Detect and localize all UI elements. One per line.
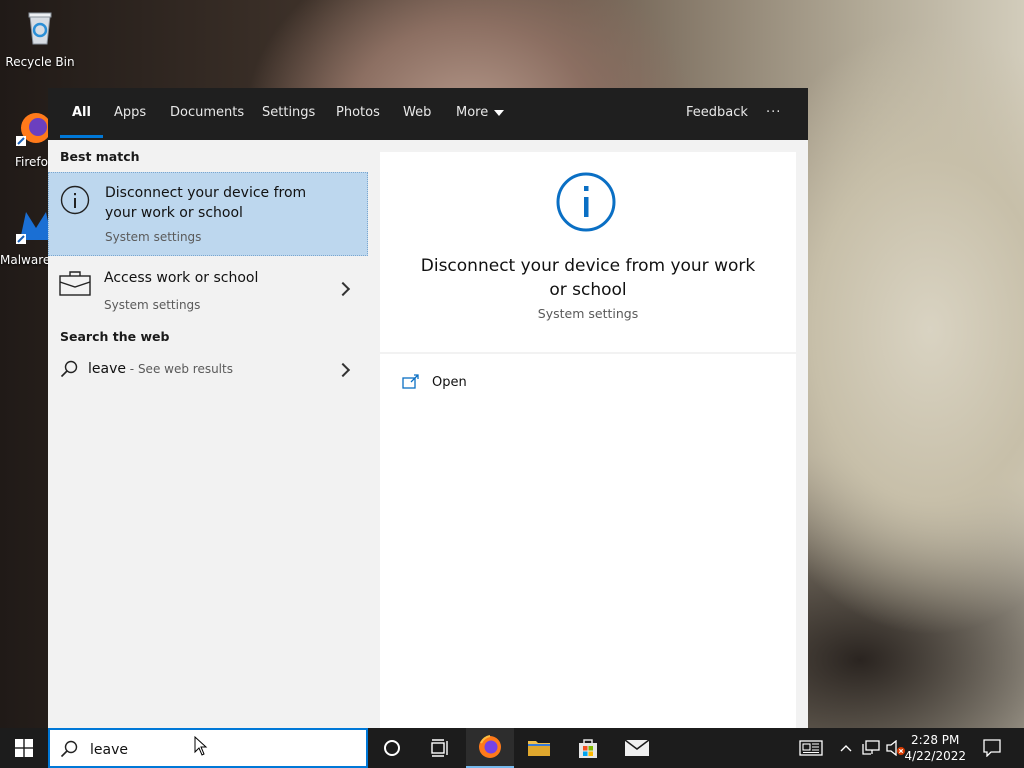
- task-view-button[interactable]: [416, 728, 464, 768]
- tab-more[interactable]: More: [456, 88, 505, 140]
- recycle-bin-icon: [28, 12, 52, 45]
- show-hidden-icons-button[interactable]: [836, 728, 856, 768]
- detail-title: Disconnect your device from your work or…: [420, 256, 756, 300]
- desktop-icon-recycle-bin[interactable]: Recycle Bin: [0, 8, 80, 69]
- divider: [380, 352, 796, 354]
- tab-apps[interactable]: Apps: [114, 88, 146, 140]
- desktop-icon-label: Malware: [0, 253, 48, 267]
- feedback-button[interactable]: Feedback: [686, 88, 748, 140]
- firefox-icon: [479, 735, 501, 758]
- desktop-icon-firefox[interactable]: Firefo: [0, 108, 48, 169]
- best-match-header: Best match: [60, 149, 140, 164]
- mail-icon: [624, 739, 650, 756]
- open-action[interactable]: Open: [402, 370, 467, 394]
- clock-time: 2:28 PM: [911, 733, 960, 747]
- mouse-cursor-icon: [194, 736, 208, 756]
- network-button[interactable]: [860, 728, 882, 768]
- best-match-result[interactable]: Disconnect your device from your work or…: [48, 172, 368, 256]
- tab-web[interactable]: Web: [403, 88, 431, 140]
- desktop-icon-label: Firefo: [15, 155, 48, 169]
- cortana-circle-icon: [384, 740, 400, 756]
- malwarebytes-icon: [16, 212, 48, 244]
- open-label: Open: [432, 374, 467, 390]
- detail-subtitle: System settings: [537, 306, 639, 321]
- tab-settings[interactable]: Settings: [262, 88, 315, 140]
- taskbar-firefox[interactable]: [466, 728, 514, 768]
- store-bag-icon: [579, 739, 597, 758]
- briefcase-icon: [59, 271, 91, 296]
- chevron-up-icon: [840, 745, 852, 752]
- clock-date: 4/22/2022: [904, 749, 966, 763]
- desktop-icon-malwarebytes[interactable]: Malware: [0, 206, 48, 267]
- best-match-title: Disconnect your device from your work or…: [105, 185, 307, 221]
- best-match-subtitle: System settings: [105, 230, 202, 244]
- result-subtitle: System settings: [104, 298, 201, 312]
- firefox-icon: [16, 113, 48, 146]
- tab-documents[interactable]: Documents: [170, 88, 244, 140]
- more-options-button[interactable]: ···: [766, 88, 781, 140]
- notification-icon: [983, 739, 1001, 757]
- web-result-text: leave - See web results: [88, 361, 233, 377]
- start-button[interactable]: [0, 728, 48, 768]
- news-widget-button[interactable]: [794, 728, 828, 768]
- clock[interactable]: 2:28 PM 4/22/2022: [904, 732, 966, 764]
- info-icon: [60, 185, 90, 215]
- task-view-icon: [431, 739, 448, 757]
- taskbar-mail[interactable]: [612, 728, 662, 768]
- news-icon: [799, 740, 823, 756]
- search-the-web-header: Search the web: [60, 329, 170, 344]
- caret-down-icon: [494, 109, 505, 116]
- open-icon: [402, 374, 419, 389]
- cortana-button[interactable]: [368, 728, 416, 768]
- windows-logo-icon: [15, 739, 33, 757]
- action-center-button[interactable]: [976, 728, 1008, 768]
- chevron-right-icon: [335, 362, 351, 378]
- search-icon: [60, 360, 78, 378]
- search-panel: All Apps Documents Settings Photos Web M…: [48, 88, 808, 728]
- taskbar-search-box[interactable]: [48, 728, 368, 768]
- desktop-icon-label: Recycle Bin: [5, 55, 75, 69]
- taskbar-microsoft-store[interactable]: [564, 728, 612, 768]
- tab-photos[interactable]: Photos: [336, 88, 380, 140]
- result-access-work-or-school[interactable]: Access work or school System settings: [48, 256, 368, 320]
- results-list: Best match Disconnect your device from y…: [48, 140, 368, 728]
- folder-icon: [528, 741, 550, 756]
- network-icon: [862, 740, 880, 755]
- web-query: leave: [88, 361, 126, 377]
- tab-more-label: More: [456, 105, 489, 120]
- tab-all[interactable]: All: [60, 88, 103, 140]
- search-tab-bar: All Apps Documents Settings Photos Web M…: [48, 88, 808, 140]
- search-icon: [60, 740, 78, 758]
- taskbar-file-explorer[interactable]: [514, 728, 564, 768]
- detail-pane: Disconnect your device from your work or…: [380, 152, 796, 728]
- web-suffix: - See web results: [125, 362, 233, 376]
- info-icon-large: [556, 172, 616, 232]
- search-input[interactable]: [88, 737, 362, 763]
- web-result[interactable]: leave - See web results: [48, 350, 368, 390]
- speaker-muted-icon: [886, 740, 905, 756]
- chevron-right-icon: [335, 281, 351, 297]
- result-title: Access work or school: [104, 270, 259, 286]
